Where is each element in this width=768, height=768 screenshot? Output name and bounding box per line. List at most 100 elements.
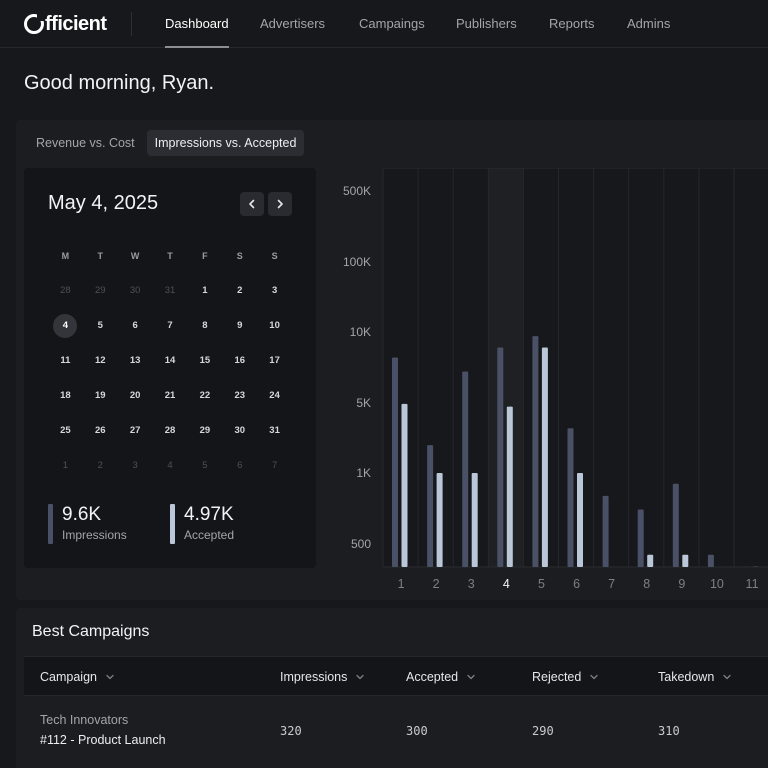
calendar-day[interactable]: 24 xyxy=(257,390,292,401)
calendar-day[interactable]: 16 xyxy=(222,355,257,366)
selected-day-label: 4 xyxy=(53,313,78,338)
weekday-label: M xyxy=(61,250,70,261)
calendar-day[interactable]: 14 xyxy=(153,355,188,366)
x-tick-label: 8 xyxy=(643,577,650,591)
calendar-day[interactable]: 29 xyxy=(187,425,222,436)
accepted-bar xyxy=(471,473,478,567)
prev-month-button[interactable] xyxy=(240,192,264,216)
calendar-day[interactable]: 6 xyxy=(118,320,153,331)
accepted-bar xyxy=(506,406,513,567)
calendar-weekday-row: M T W T F S S xyxy=(48,238,292,273)
x-tick-label: 10 xyxy=(710,577,724,591)
chevron-right-icon xyxy=(277,199,283,209)
calendar-week: 25 26 27 28 29 30 31 xyxy=(48,413,292,448)
calendar-day[interactable]: 21 xyxy=(153,390,188,401)
calendar-day[interactable]: 30 xyxy=(118,285,153,296)
calendar-day[interactable]: 30 xyxy=(222,425,257,436)
weekday-label: F xyxy=(202,250,208,261)
calendar-day[interactable]: 19 xyxy=(83,390,118,401)
calendar-day[interactable]: 15 xyxy=(187,355,222,366)
calendar-day[interactable]: 2 xyxy=(83,460,118,471)
calendar-day[interactable]: 13 xyxy=(118,355,153,366)
column-takedown-label: Takedown xyxy=(658,670,715,684)
calendar-day[interactable]: 3 xyxy=(257,285,292,296)
calendar-day[interactable]: 25 xyxy=(48,425,83,436)
y-tick-label: 5K xyxy=(356,396,371,410)
impressions-bar xyxy=(672,483,679,567)
calendar-day[interactable]: 11 xyxy=(48,355,83,366)
nav-admins[interactable]: Admins xyxy=(627,0,670,48)
calendar-day[interactable]: 2 xyxy=(222,285,257,296)
column-accepted[interactable]: Accepted xyxy=(406,657,476,697)
toggle-revenue-vs-cost[interactable]: Revenue vs. Cost xyxy=(24,130,143,156)
impressions-bar xyxy=(462,371,469,567)
calendar-day[interactable]: 17 xyxy=(257,355,292,366)
accepted-bar xyxy=(541,347,548,567)
row-accepted: 300 xyxy=(406,724,428,738)
nav-dashboard[interactable]: Dashboard xyxy=(165,0,229,48)
calendar-day[interactable]: 5 xyxy=(83,320,118,331)
calendar-day[interactable]: 26 xyxy=(83,425,118,436)
logo-icon xyxy=(24,13,45,34)
nav-advertisers[interactable]: Advertisers xyxy=(260,0,325,48)
column-impressions[interactable]: Impressions xyxy=(280,657,365,697)
campaign-client: Tech Innovators xyxy=(40,713,129,727)
calendar-day[interactable]: 9 xyxy=(222,320,257,331)
calendar-grid: M T W T F S S 28 29 30 31 1 2 3 4 5 6 7 … xyxy=(48,238,292,483)
impressions-bar xyxy=(707,554,714,567)
nav-publishers[interactable]: Publishers xyxy=(456,0,517,48)
column-rejected[interactable]: Rejected xyxy=(532,657,599,697)
chevron-left-icon xyxy=(249,199,255,209)
calendar-day[interactable]: 18 xyxy=(48,390,83,401)
calendar-day[interactable]: 7 xyxy=(257,460,292,471)
calendar-day[interactable]: 1 xyxy=(48,460,83,471)
calendar-day[interactable]: 29 xyxy=(83,285,118,296)
weekday-label: T xyxy=(97,250,104,261)
calendar-day[interactable]: 1 xyxy=(187,285,222,296)
toggle-impressions-vs-accepted[interactable]: Impressions vs. Accepted xyxy=(146,130,305,156)
calendar-day-selected[interactable]: 4 xyxy=(48,313,83,338)
next-month-button[interactable] xyxy=(268,192,292,216)
column-takedown[interactable]: Takedown xyxy=(658,657,732,697)
nav-divider xyxy=(131,12,132,36)
calendar-day[interactable]: 10 xyxy=(257,320,292,331)
brand-logo[interactable]: fficient xyxy=(24,12,107,36)
calendar-day[interactable]: 23 xyxy=(222,390,257,401)
calendar-day[interactable]: 22 xyxy=(187,390,222,401)
campaign-name[interactable]: #112 - Product Launch xyxy=(40,733,166,747)
calendar-day[interactable]: 3 xyxy=(118,460,153,471)
accepted-bar xyxy=(682,554,689,567)
row-impressions: 320 xyxy=(280,724,302,738)
chevron-down-icon xyxy=(723,674,731,680)
calendar-day[interactable]: 12 xyxy=(83,355,118,366)
calendar-day[interactable]: 27 xyxy=(118,425,153,436)
accepted-stat: 4.97K Accepted xyxy=(170,504,234,544)
x-tick-label: 9 xyxy=(678,577,685,591)
x-tick-label: 11 xyxy=(746,577,759,591)
x-tick-label: 4 xyxy=(503,577,510,591)
column-campaign[interactable]: Campaign xyxy=(40,657,115,697)
calendar-day[interactable]: 28 xyxy=(153,425,188,436)
nav-campaigns[interactable]: Campaings xyxy=(359,0,425,48)
calendar-day[interactable]: 31 xyxy=(153,285,188,296)
calendar-week: 1 2 3 4 5 6 7 xyxy=(48,448,292,483)
calendar-day[interactable]: 20 xyxy=(118,390,153,401)
calendar-day[interactable]: 31 xyxy=(257,425,292,436)
nav-reports[interactable]: Reports xyxy=(549,0,595,48)
calendar-day[interactable]: 4 xyxy=(153,460,188,471)
table-header: Campaign Impressions Accepted Rejected T… xyxy=(24,656,768,696)
calendar-day[interactable]: 6 xyxy=(222,460,257,471)
greeting: Good morning, Ryan. xyxy=(24,72,215,94)
x-tick-label: 3 xyxy=(468,577,475,591)
calendar-day[interactable]: 5 xyxy=(187,460,222,471)
impressions-value: 9.6K xyxy=(62,504,102,525)
calendar-week: 11 12 13 14 15 16 17 xyxy=(48,343,292,378)
y-tick-label: 1K xyxy=(356,466,371,480)
calendar-day[interactable]: 8 xyxy=(187,320,222,331)
weekday-label: W xyxy=(130,250,140,261)
calendar-day[interactable]: 28 xyxy=(48,285,83,296)
calendar-day[interactable]: 7 xyxy=(153,320,188,331)
x-tick-label: 7 xyxy=(608,577,615,591)
highlight-column xyxy=(488,168,524,567)
column-rejected-label: Rejected xyxy=(532,670,582,684)
